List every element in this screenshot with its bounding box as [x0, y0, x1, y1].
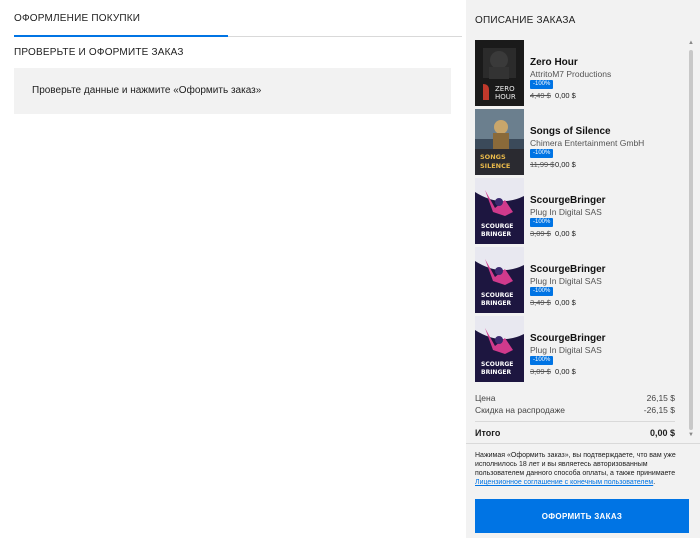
legal-notice: Нажимая «Оформить заказ», вы подтверждае… — [475, 451, 685, 487]
item-title: Zero Hour — [530, 57, 578, 68]
item-developer: Chimera Entertainment GmbH — [530, 138, 645, 148]
eula-link[interactable]: Лицензионное соглашение с конечным польз… — [475, 479, 653, 486]
price-label: Цена — [475, 393, 496, 403]
svg-text:HOUR: HOUR — [495, 93, 516, 101]
order-item: ZERO HOUR Zero Hour AttritoM7 Production… — [475, 40, 685, 106]
discount-badge: -100% — [530, 80, 554, 89]
order-items-list[interactable]: ZERO HOUR Zero Hour AttritoM7 Production… — [466, 38, 700, 438]
svg-text:BRINGER: BRINGER — [481, 231, 511, 238]
checkout-tabbar: ОФОРМЛЕНИЕ ПОКУПКИ — [14, 0, 462, 37]
item-title: ScourgeBringer — [530, 195, 606, 206]
scourgebringer-cover-icon: SCOURGE BRINGER — [475, 316, 524, 382]
original-price: 3,49 $ — [530, 298, 551, 307]
tab-checkout[interactable]: ОФОРМЛЕНИЕ ПОКУПКИ — [14, 13, 140, 24]
sale-price: 0,00 $ — [555, 229, 576, 238]
item-developer: AttritoM7 Productions — [530, 69, 612, 79]
discount-badge: -100% — [530, 149, 554, 158]
sale-price: 0,00 $ — [555, 91, 576, 100]
price-value: 26,15 $ — [646, 393, 675, 403]
discount-badge: -100% — [530, 218, 554, 227]
order-summary-panel: ОПИСАНИЕ ЗАКАЗА ZERO HOUR Zero Hour Attr… — [466, 0, 700, 538]
svg-text:SCOURGE: SCOURGE — [481, 292, 513, 299]
item-developer: Plug In Digital SAS — [530, 345, 602, 355]
sale-discount-label: Скидка на распродаже — [475, 405, 566, 415]
scourgebringer-cover-icon: SCOURGE BRINGER — [475, 247, 524, 313]
svg-text:BRINGER: BRINGER — [481, 300, 511, 307]
sale-discount-value: -26,15 $ — [643, 405, 675, 415]
scroll-thumb[interactable] — [689, 50, 693, 430]
zero-hour-cover-icon: ZERO HOUR — [475, 40, 524, 106]
legal-divider — [466, 443, 700, 444]
discount-badge: -100% — [530, 356, 554, 365]
item-developer: Plug In Digital SAS — [530, 276, 602, 286]
sale-price: 0,00 $ — [555, 367, 576, 376]
summary-title: ОПИСАНИЕ ЗАКАЗА — [475, 15, 576, 26]
review-heading: ПРОВЕРЬТЕ И ОФОРМИТЕ ЗАКАЗ — [14, 47, 184, 58]
item-developer: Plug In Digital SAS — [530, 207, 602, 217]
songs-of-silence-cover-icon: SONGS SILENCE — [475, 109, 524, 175]
order-item: SONGS SILENCE Songs of Silence Chimera E… — [475, 109, 685, 175]
review-box: Проверьте данные и нажмите «Оформить зак… — [14, 68, 451, 114]
svg-text:SONGS: SONGS — [480, 153, 506, 161]
scourgebringer-cover-icon: SCOURGE BRINGER — [475, 178, 524, 244]
svg-text:SCOURGE: SCOURGE — [481, 223, 513, 230]
place-order-button[interactable]: ОФОРМИТЬ ЗАКАЗ — [475, 499, 689, 533]
summary-scrollbar[interactable]: ▲ ▼ — [688, 40, 694, 438]
scroll-down-arrow-icon[interactable]: ▼ — [688, 432, 694, 438]
total-value: 0,00 $ — [649, 428, 675, 438]
svg-text:SCOURGE: SCOURGE — [481, 361, 513, 368]
total-label: Итого — [475, 428, 501, 438]
legal-text-end: . — [653, 479, 656, 486]
original-price: 4,49 $ — [530, 91, 551, 100]
original-price: 3,09 $ — [530, 229, 551, 238]
total-divider — [475, 421, 675, 422]
legal-text: Нажимая «Оформить заказ», вы подтверждае… — [475, 452, 676, 477]
svg-text:BRINGER: BRINGER — [481, 369, 511, 376]
checkout-panel: ОФОРМЛЕНИЕ ПОКУПКИ ПРОВЕРЬТЕ И ОФОРМИТЕ … — [0, 0, 466, 538]
tab-active-indicator — [14, 35, 228, 37]
order-item: SCOURGE BRINGER ScourgeBringer Plug In D… — [475, 178, 685, 244]
item-title: ScourgeBringer — [530, 264, 606, 275]
order-item: SCOURGE BRINGER ScourgeBringer Plug In D… — [475, 316, 685, 382]
review-text: Проверьте данные и нажмите «Оформить зак… — [32, 85, 262, 96]
order-item: SCOURGE BRINGER ScourgeBringer Plug In D… — [475, 247, 685, 313]
svg-text:ZERO: ZERO — [495, 85, 515, 93]
scroll-up-arrow-icon[interactable]: ▲ — [688, 40, 694, 46]
original-price: 3,09 $ — [530, 367, 551, 376]
item-title: ScourgeBringer — [530, 333, 606, 344]
discount-badge: -100% — [530, 287, 554, 296]
svg-text:SILENCE: SILENCE — [480, 162, 510, 170]
original-price: 11,99 $ — [530, 160, 555, 169]
sale-price: 0,00 $ — [555, 160, 576, 169]
item-title: Songs of Silence — [530, 126, 611, 137]
sale-price: 0,00 $ — [555, 298, 576, 307]
